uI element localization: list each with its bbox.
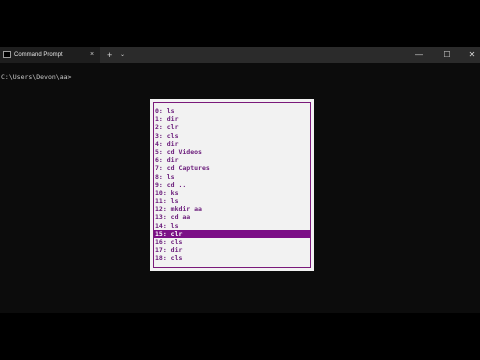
- new-tab-button[interactable]: +: [107, 49, 112, 61]
- history-item[interactable]: 4: dir: [154, 140, 310, 148]
- history-list: 0: ls 1: dir 2: clr 3: cls 4: dir 5: cd Video…: [154, 107, 310, 263]
- history-item[interactable]: 12: mkdir aa: [154, 205, 310, 213]
- history-item[interactable]: 11: ls: [154, 197, 310, 205]
- tab-title: Command Prompt: [14, 52, 63, 58]
- history-item[interactable]: 16: cls: [154, 238, 310, 246]
- history-item[interactable]: 6: dir: [154, 156, 310, 164]
- history-item[interactable]: 18: cls: [154, 254, 310, 262]
- chevron-down-icon[interactable]: ⌄: [120, 50, 125, 60]
- terminal-icon: [3, 51, 11, 58]
- tab-command-prompt[interactable]: Command Prompt ×: [0, 47, 100, 63]
- history-item[interactable]: 7: cd Captures: [154, 164, 310, 172]
- history-item[interactable]: 9: cd ..: [154, 181, 310, 189]
- history-item[interactable]: 2: clr: [154, 123, 310, 131]
- history-item[interactable]: 3: cls: [154, 132, 310, 140]
- history-item[interactable]: 5: cd Videos: [154, 148, 310, 156]
- history-item[interactable]: 10: ks: [154, 189, 310, 197]
- close-tab-icon[interactable]: ×: [90, 50, 94, 60]
- history-item[interactable]: 14: ls: [154, 222, 310, 230]
- command-history-popup: 0: ls 1: dir 2: clr 3: cls 4: dir 5: cd Video…: [150, 99, 314, 271]
- history-item[interactable]: 17: dir: [154, 246, 310, 254]
- title-bar: Command Prompt × + ⌄ — ☐ ✕: [0, 47, 480, 63]
- command-prompt-line: C:\Users\Devon\aa>: [1, 73, 72, 81]
- history-item[interactable]: 13: cd aa: [154, 213, 310, 221]
- maximize-button[interactable]: ☐: [440, 49, 454, 61]
- close-window-button[interactable]: ✕: [465, 49, 479, 61]
- history-item[interactable]: 15: clr: [154, 229, 310, 238]
- history-item[interactable]: 1: dir: [154, 115, 310, 123]
- minimize-button[interactable]: —: [412, 49, 426, 61]
- history-item[interactable]: 8: ls: [154, 173, 310, 181]
- history-item[interactable]: 0: ls: [154, 107, 310, 115]
